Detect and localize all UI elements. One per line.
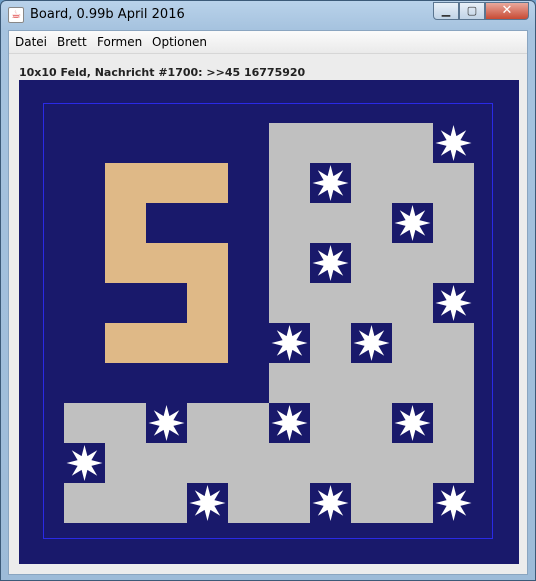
board-cell-gray[interactable] xyxy=(269,163,310,203)
board-cell-tan[interactable] xyxy=(105,243,146,283)
board-cell-tan[interactable] xyxy=(146,163,187,203)
star-icon[interactable] xyxy=(392,203,433,243)
star-icon[interactable] xyxy=(146,403,187,443)
board-cell-gray[interactable] xyxy=(351,163,392,203)
board-cell-gray[interactable] xyxy=(351,483,392,523)
star-icon[interactable] xyxy=(269,323,310,363)
board-cell-gray[interactable] xyxy=(392,443,433,483)
board-cell-gray[interactable] xyxy=(351,283,392,323)
board-cell-gray[interactable] xyxy=(392,123,433,163)
board-cell-gray[interactable] xyxy=(310,203,351,243)
star-icon[interactable] xyxy=(310,243,351,283)
board-cell-gray[interactable] xyxy=(146,483,187,523)
board-cell-gray[interactable] xyxy=(269,363,310,403)
game-board[interactable] xyxy=(19,80,519,564)
star-icon[interactable] xyxy=(187,483,228,523)
board-cell-tan[interactable] xyxy=(146,243,187,283)
board-cell-gray[interactable] xyxy=(351,123,392,163)
title-bar[interactable]: ☕ Board, 0.99b April 2016 ▁ ▢ ✕ xyxy=(1,1,535,29)
board-cell-gray[interactable] xyxy=(351,243,392,283)
board-cell-gray[interactable] xyxy=(105,483,146,523)
window-controls: ▁ ▢ ✕ xyxy=(433,2,529,20)
board-cell-tan[interactable] xyxy=(105,203,146,243)
star-icon[interactable] xyxy=(310,163,351,203)
menu-brett[interactable]: Brett xyxy=(57,35,87,49)
board-cell-gray[interactable] xyxy=(392,323,433,363)
board-cell-gray[interactable] xyxy=(351,443,392,483)
board-cell-gray[interactable] xyxy=(228,483,269,523)
minimize-button[interactable]: ▁ xyxy=(433,2,459,20)
board-cell-gray[interactable] xyxy=(392,483,433,523)
board-cell-gray[interactable] xyxy=(269,123,310,163)
board-cell-tan[interactable] xyxy=(187,243,228,283)
board-cell-tan[interactable] xyxy=(105,323,146,363)
board-cell-gray[interactable] xyxy=(433,243,474,283)
board-cell-gray[interactable] xyxy=(351,203,392,243)
menu-bar: Datei Brett Formen Optionen xyxy=(9,31,527,54)
board-cell-gray[interactable] xyxy=(105,443,146,483)
java-app-icon: ☕ xyxy=(8,7,24,23)
star-icon[interactable] xyxy=(64,443,105,483)
board-cell-tan[interactable] xyxy=(187,283,228,323)
board-cell-gray[interactable] xyxy=(433,163,474,203)
board-cell-gray[interactable] xyxy=(433,443,474,483)
star-icon[interactable] xyxy=(433,283,474,323)
board-cell-gray[interactable] xyxy=(228,403,269,443)
close-button[interactable]: ✕ xyxy=(485,2,529,20)
board-cell-tan[interactable] xyxy=(187,163,228,203)
board-cell-gray[interactable] xyxy=(392,363,433,403)
board-cell-tan[interactable] xyxy=(105,163,146,203)
board-cell-gray[interactable] xyxy=(269,443,310,483)
menu-optionen[interactable]: Optionen xyxy=(152,35,207,49)
board-cell-gray[interactable] xyxy=(269,203,310,243)
board-cell-gray[interactable] xyxy=(310,123,351,163)
board-cell-gray[interactable] xyxy=(310,443,351,483)
menu-formen[interactable]: Formen xyxy=(97,35,142,49)
board-cell-gray[interactable] xyxy=(228,443,269,483)
board-cell-gray[interactable] xyxy=(310,323,351,363)
board-cell-gray[interactable] xyxy=(392,283,433,323)
board-cell-gray[interactable] xyxy=(351,363,392,403)
star-icon[interactable] xyxy=(310,483,351,523)
board-cell-gray[interactable] xyxy=(351,403,392,443)
board-cell-gray[interactable] xyxy=(310,363,351,403)
board-cell-gray[interactable] xyxy=(433,363,474,403)
board-cell-gray[interactable] xyxy=(269,283,310,323)
client-area: Datei Brett Formen Optionen 10x10 Feld, … xyxy=(9,31,527,574)
board-cell-gray[interactable] xyxy=(64,403,105,443)
board-cell-gray[interactable] xyxy=(392,163,433,203)
board-cell-tan[interactable] xyxy=(187,323,228,363)
board-cell-gray[interactable] xyxy=(433,323,474,363)
status-message: 10x10 Feld, Nachricht #1700: >>45 167759… xyxy=(19,66,306,79)
board-cell-gray[interactable] xyxy=(269,243,310,283)
board-cell-gray[interactable] xyxy=(310,403,351,443)
star-icon[interactable] xyxy=(351,323,392,363)
board-cell-gray[interactable] xyxy=(433,403,474,443)
board-cell-gray[interactable] xyxy=(64,483,105,523)
board-cell-gray[interactable] xyxy=(105,403,146,443)
board-cell-gray[interactable] xyxy=(433,203,474,243)
star-icon[interactable] xyxy=(433,483,474,523)
star-icon[interactable] xyxy=(392,403,433,443)
board-cell-gray[interactable] xyxy=(187,443,228,483)
board-cell-gray[interactable] xyxy=(310,283,351,323)
board-cell-gray[interactable] xyxy=(146,443,187,483)
window-title: Board, 0.99b April 2016 xyxy=(30,7,185,22)
board-cell-gray[interactable] xyxy=(187,403,228,443)
app-window: ☕ Board, 0.99b April 2016 ▁ ▢ ✕ Datei Br… xyxy=(0,0,536,581)
board-cell-gray[interactable] xyxy=(269,483,310,523)
star-icon[interactable] xyxy=(269,403,310,443)
maximize-button[interactable]: ▢ xyxy=(459,2,485,20)
board-cell-gray[interactable] xyxy=(392,243,433,283)
star-icon[interactable] xyxy=(433,123,474,163)
menu-datei[interactable]: Datei xyxy=(15,35,47,49)
board-cell-tan[interactable] xyxy=(146,323,187,363)
